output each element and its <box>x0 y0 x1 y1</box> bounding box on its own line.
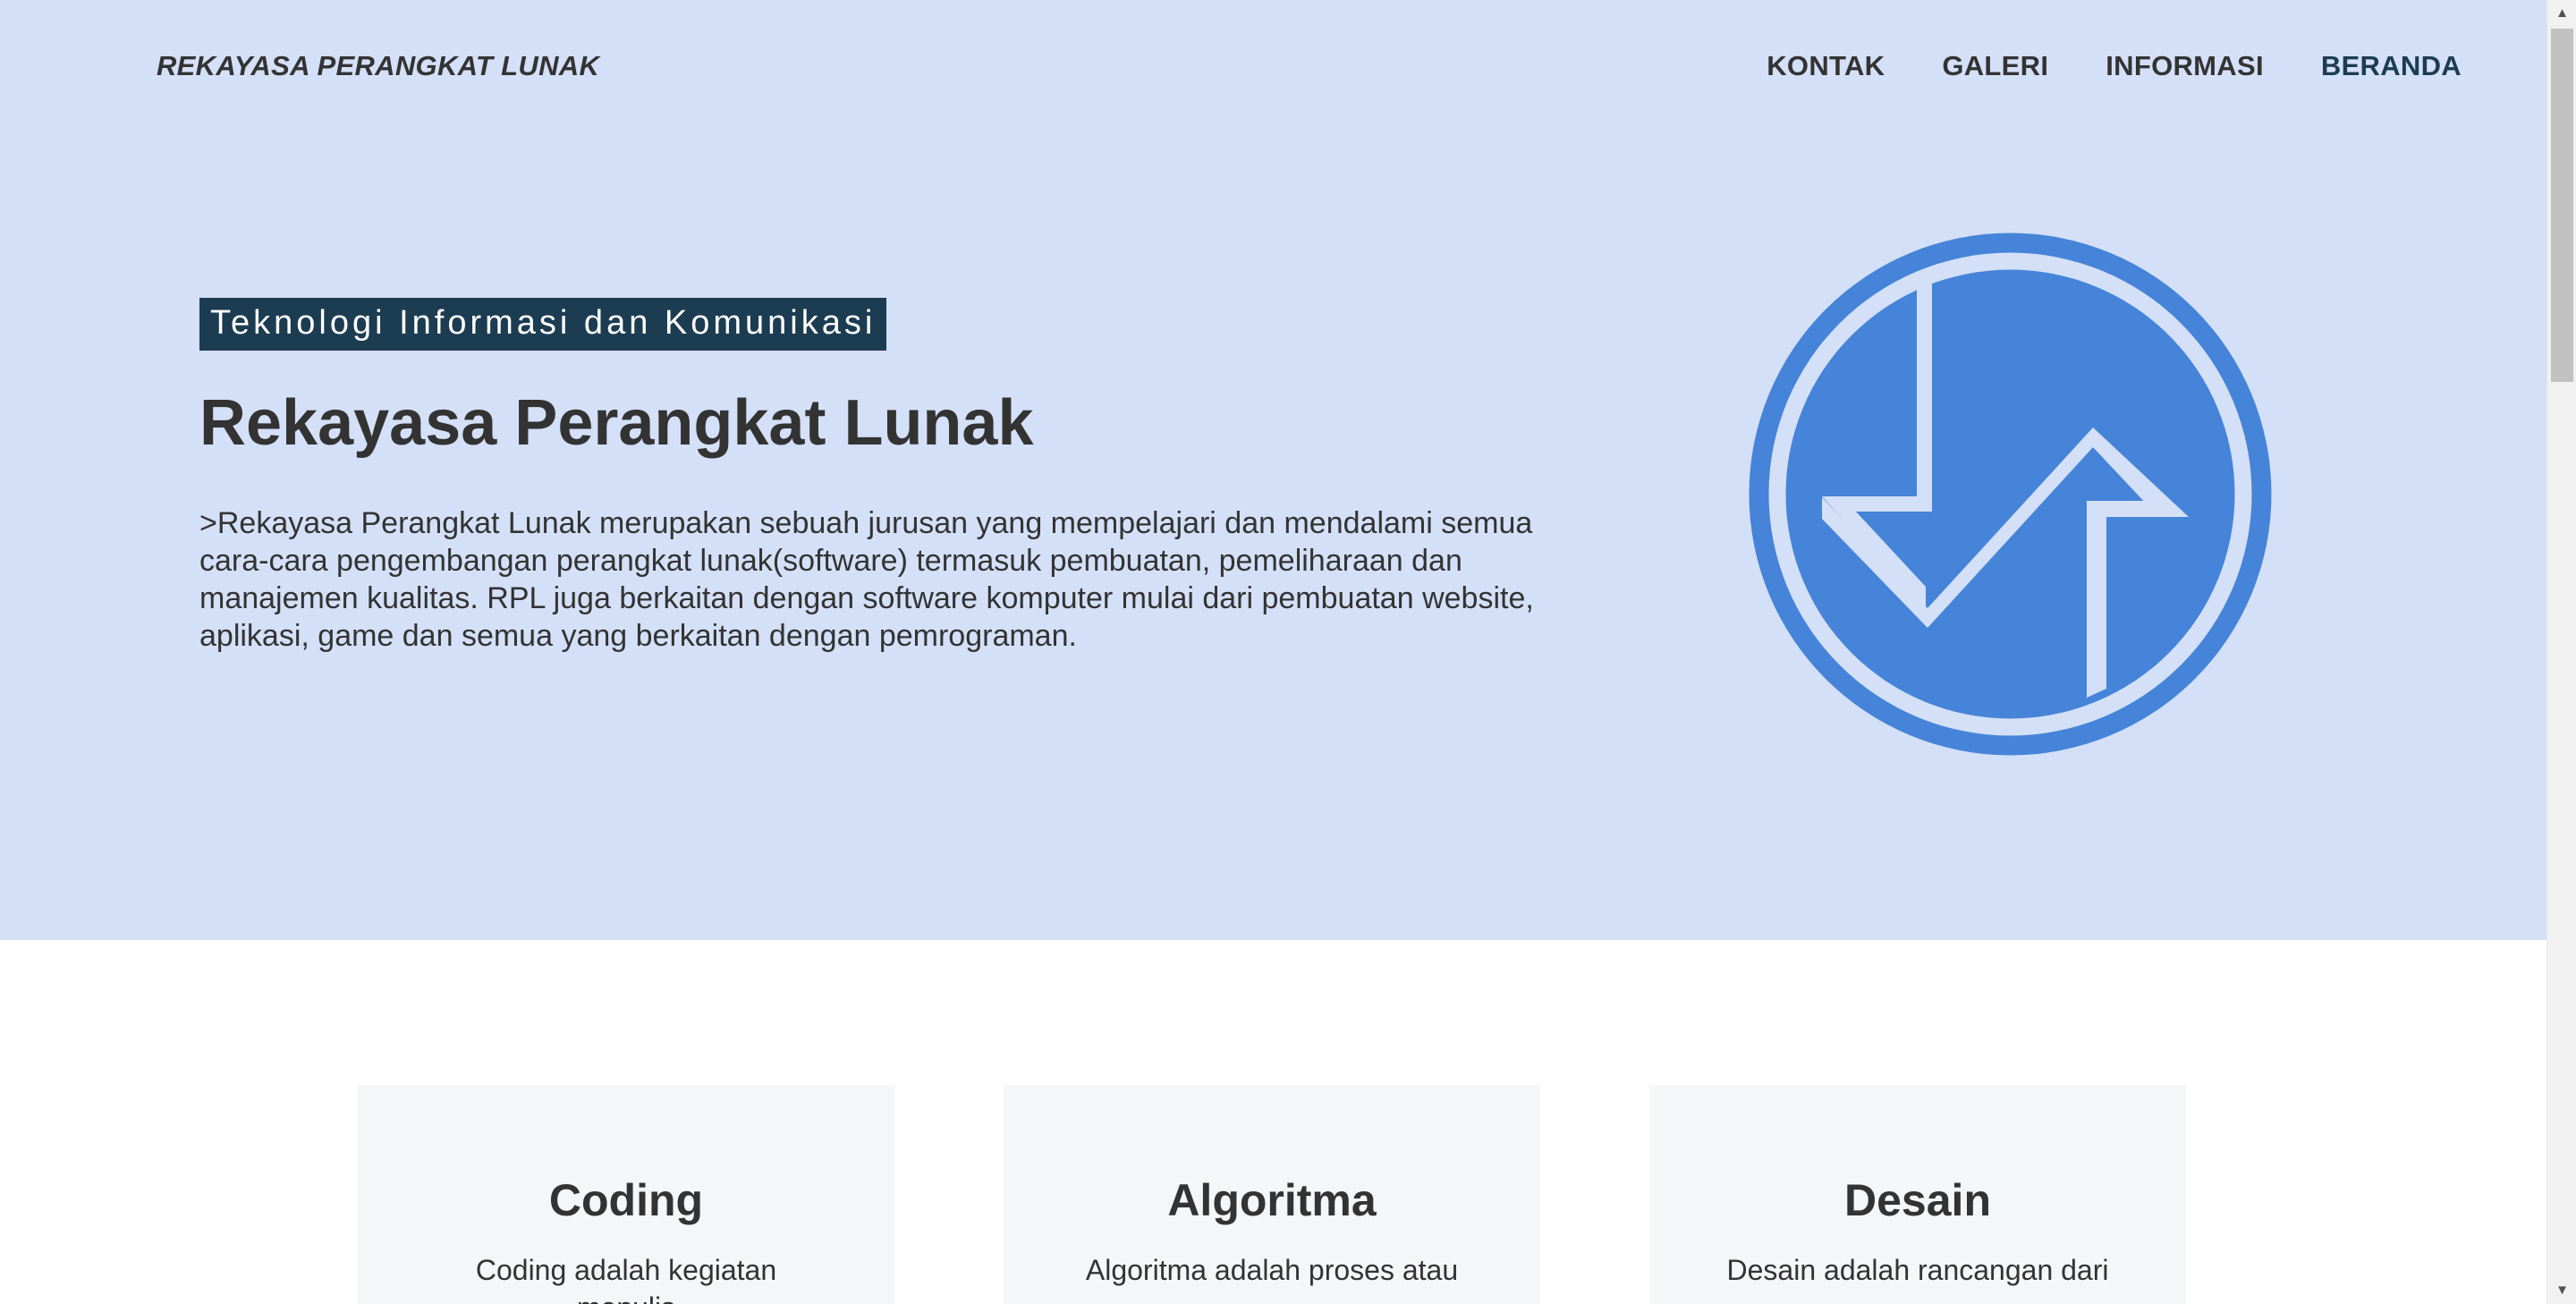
card-title: Desain <box>1844 1175 1991 1225</box>
hero-tagline: Teknologi Informasi dan Komunikasi <box>199 298 887 351</box>
card-text: Coding adalah kegiatan menulis <box>475 1254 777 1304</box>
scroll-up-arrow-icon[interactable]: ▲ <box>2547 0 2576 27</box>
card-title: Algoritma <box>1167 1175 1377 1225</box>
nav-item-beranda[interactable]: BERANDA <box>2321 50 2462 82</box>
card-coding: Coding Coding adalah kegiatan menulis <box>358 1085 894 1304</box>
card-desain: Desain Desain adalah rancangan dari <box>1649 1085 2186 1304</box>
arrows-circle-logo-icon <box>1749 233 2272 756</box>
hero-section: REKAYASA PERANGKAT LUNAK KONTAK GALERI I… <box>0 0 2546 940</box>
vertical-scrollbar[interactable]: ▲ ▼ <box>2546 0 2576 1304</box>
nav-item-kontak[interactable]: KONTAK <box>1767 50 1885 82</box>
nav-item-informasi[interactable]: INFORMASI <box>2106 50 2264 82</box>
main-nav: KONTAK GALERI INFORMASI BERANDA <box>1767 50 2462 82</box>
scroll-down-arrow-icon[interactable]: ▼ <box>2547 1277 2576 1304</box>
card-title: Coding <box>548 1175 704 1225</box>
card-text: Algoritma adalah proses atau <box>1085 1254 1459 1286</box>
scrollbar-thumb[interactable] <box>2551 29 2573 382</box>
brand-title[interactable]: REKAYASA PERANGKAT LUNAK <box>157 50 599 82</box>
nav-item-galeri[interactable]: GALERI <box>1942 50 2048 82</box>
hero-description: >Rekayasa Perangkat Lunak merupakan sebu… <box>199 506 1534 653</box>
card-algoritma: Algoritma Algoritma adalah proses atau <box>1004 1085 1540 1304</box>
hero-title: Rekayasa Perangkat Lunak <box>199 387 1034 459</box>
card-text: Desain adalah rancangan dari <box>1726 1254 2109 1286</box>
